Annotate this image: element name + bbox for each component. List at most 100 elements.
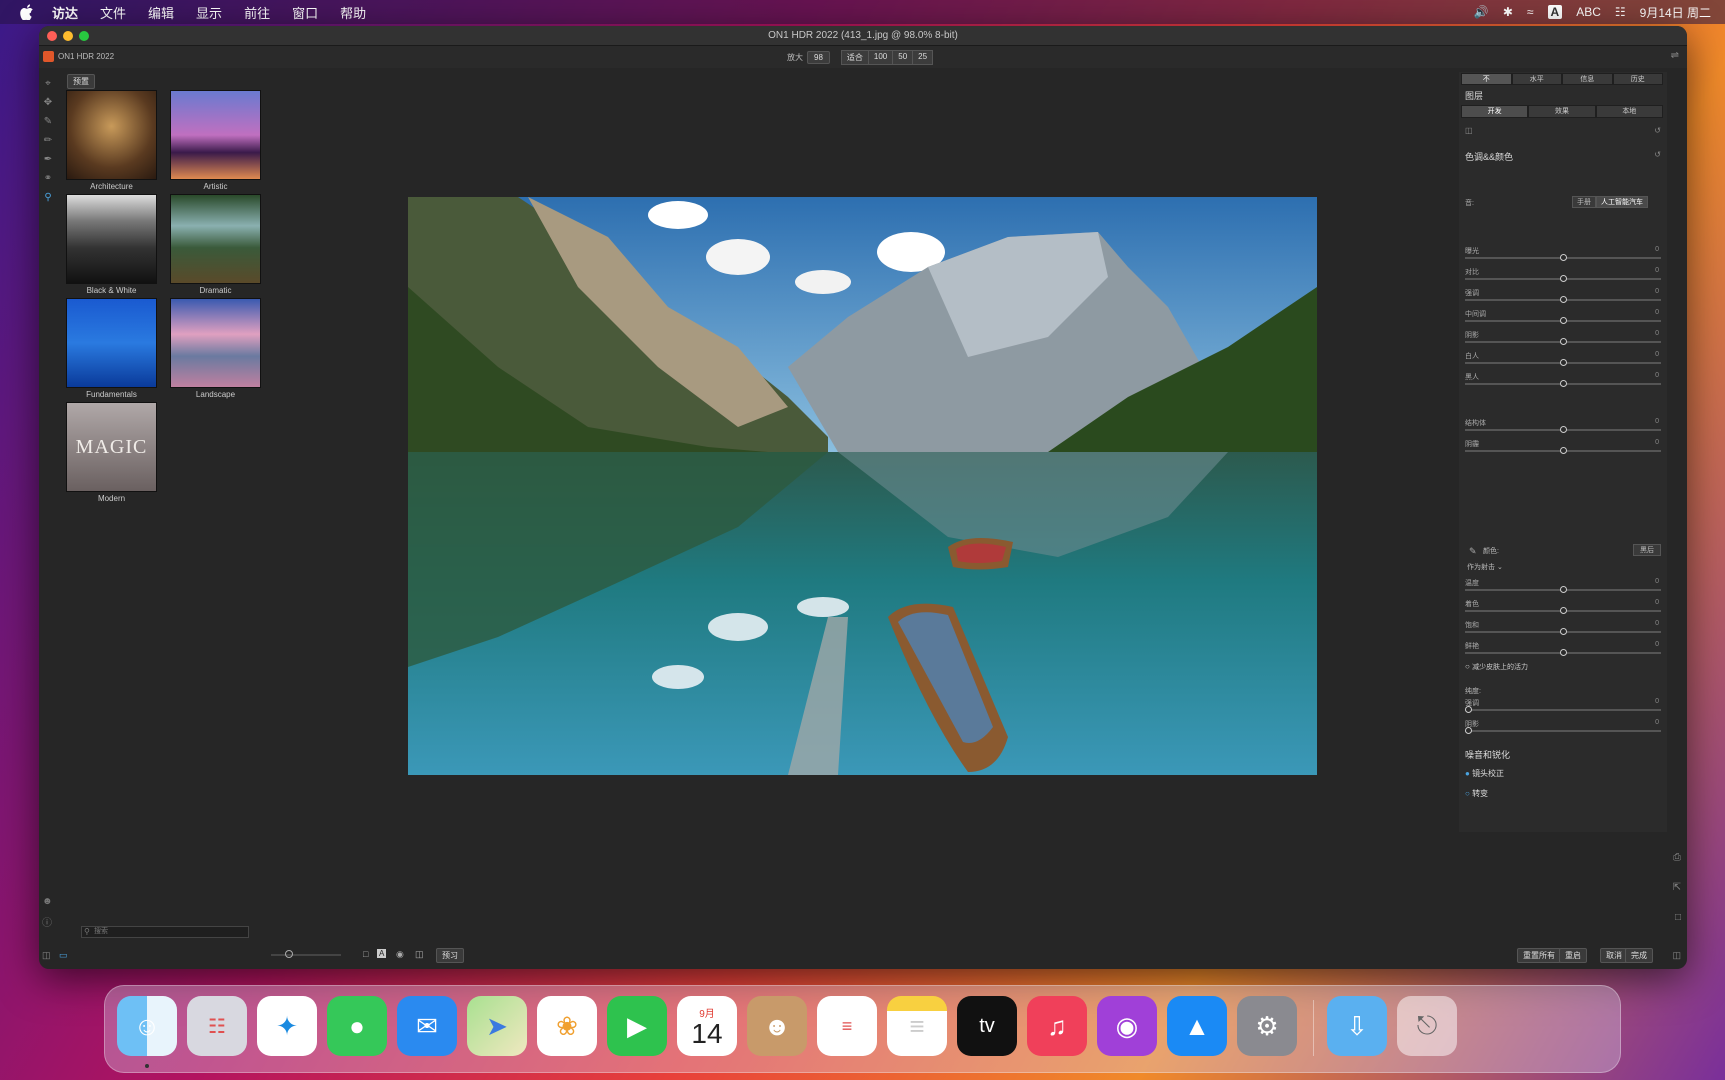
panel-layout-icon[interactable]: ◫ xyxy=(42,950,51,961)
color-slider-value[interactable]: 0 xyxy=(1655,578,1659,585)
cancel-button[interactable]: 取消 xyxy=(1600,948,1628,963)
tab-history[interactable]: 历史 xyxy=(1612,73,1663,85)
tone-slider-value[interactable]: 0 xyxy=(1655,246,1659,253)
input-source-icon[interactable]: A xyxy=(1547,5,1563,19)
maps-icon[interactable]: ➤ xyxy=(467,996,527,1056)
tab-levels[interactable]: 水平 xyxy=(1511,73,1562,85)
color-slider-value[interactable]: 0 xyxy=(1655,599,1659,606)
menu-window[interactable]: 窗口 xyxy=(292,3,318,22)
launchpad-icon[interactable]: ☷ xyxy=(187,996,247,1056)
mail-icon[interactable]: ✉ xyxy=(397,996,457,1056)
tab-effects[interactable]: 效果 xyxy=(1528,105,1596,118)
notes-icon[interactable]: ≡ xyxy=(887,996,947,1056)
trash-icon[interactable]: ⎋ xyxy=(1397,996,1457,1056)
downloads-folder-icon[interactable]: ⇩ xyxy=(1327,996,1387,1056)
detail-slider-knob[interactable] xyxy=(1560,426,1567,433)
detail-slider[interactable]: 结构体 0 xyxy=(1465,418,1661,438)
tone-slider-value[interactable]: 0 xyxy=(1655,351,1659,358)
section-transform[interactable]: ○ 转变 xyxy=(1465,788,1488,799)
tone-slider-knob[interactable] xyxy=(1560,275,1567,282)
tone-slider-knob[interactable] xyxy=(1560,380,1567,387)
zoom-value-select[interactable]: 98 xyxy=(807,51,830,64)
crop-icon[interactable]: ⌖ xyxy=(41,77,55,91)
tone-slider-knob[interactable] xyxy=(1560,317,1567,324)
menu-go[interactable]: 前往 xyxy=(244,3,270,22)
help-icon[interactable]: ⓘ xyxy=(42,914,52,929)
tab-local[interactable]: 本地 xyxy=(1595,105,1663,118)
preset-thumb-architecture[interactable] xyxy=(66,90,157,180)
color-picker-icon[interactable]: ✎ xyxy=(1469,546,1477,557)
done-button[interactable]: 完成 xyxy=(1625,948,1653,963)
color-slider-knob[interactable] xyxy=(1560,628,1567,635)
menu-file[interactable]: 文件 xyxy=(100,3,126,22)
color-slider-knob[interactable] xyxy=(1560,586,1567,593)
brush-size-knob[interactable] xyxy=(285,950,293,958)
presets-search-input[interactable]: ⚲ 搜索 xyxy=(81,926,249,938)
wifi-icon[interactable]: ≈ xyxy=(1527,5,1534,19)
apple-icon[interactable] xyxy=(20,4,38,20)
ai-auto-button[interactable]: 人工智能汽车 xyxy=(1596,196,1648,208)
control-center-icon[interactable]: ☷ xyxy=(1615,5,1626,19)
filmstrip-icon[interactable]: ▭ xyxy=(59,950,68,961)
manual-button[interactable]: 手册 xyxy=(1572,196,1596,208)
purity-slider-knob[interactable] xyxy=(1465,727,1472,734)
clock[interactable]: 9月14日 周二 xyxy=(1640,4,1711,21)
presets-button[interactable]: 预置 xyxy=(67,74,95,89)
retouch-icon[interactable]: ⚭ xyxy=(41,172,55,186)
zoom-25-button[interactable]: 25 xyxy=(912,50,934,65)
purity-slider[interactable]: 阴影 0 xyxy=(1465,719,1661,739)
tab-navigator[interactable]: 不 xyxy=(1461,73,1512,85)
purity-slider-track[interactable] xyxy=(1465,709,1661,711)
section-lens-correction[interactable]: ● 镜头校正 xyxy=(1465,768,1504,779)
detail-slider-value[interactable]: 0 xyxy=(1655,439,1659,446)
tone-slider-value[interactable]: 0 xyxy=(1655,267,1659,274)
tone-slider-value[interactable]: 0 xyxy=(1655,372,1659,379)
tone-slider-knob[interactable] xyxy=(1560,359,1567,366)
masking-brush-icon[interactable]: ✏ xyxy=(41,134,55,148)
tone-slider-knob[interactable] xyxy=(1560,338,1567,345)
system-preferences-icon[interactable]: ⚙ xyxy=(1237,996,1297,1056)
skin-option-checkbox[interactable]: ○ 减少皮肤上的活力 xyxy=(1465,662,1528,672)
tone-slider-value[interactable]: 0 xyxy=(1655,309,1659,316)
volume-icon[interactable]: 🔊 xyxy=(1474,5,1489,19)
menu-help[interactable]: 帮助 xyxy=(340,3,366,22)
safari-icon[interactable]: ✦ xyxy=(257,996,317,1056)
detail-slider-value[interactable]: 0 xyxy=(1655,418,1659,425)
photos-icon[interactable]: ❀ xyxy=(537,996,597,1056)
tone-slider[interactable]: 阴影 0 xyxy=(1465,330,1661,350)
gradient-icon[interactable]: ✒ xyxy=(41,153,55,167)
minimize-button[interactable] xyxy=(63,31,73,41)
panel-toggle-icon[interactable]: ⇌ xyxy=(1671,50,1679,61)
section-noise-sharpen[interactable]: 噪音和锐化 xyxy=(1465,748,1510,761)
menu-finder[interactable]: 访达 xyxy=(52,3,78,22)
input-source-label[interactable]: ABC xyxy=(1576,5,1601,19)
tone-slider-knob[interactable] xyxy=(1560,254,1567,261)
color-slider[interactable]: 温度 0 xyxy=(1465,578,1661,598)
reminders-icon[interactable]: ≡ xyxy=(817,996,877,1056)
facetime-icon[interactable]: ▶ xyxy=(607,996,667,1056)
brush-size-slider[interactable] xyxy=(271,954,341,956)
tone-slider[interactable]: 黑人 0 xyxy=(1465,372,1661,392)
move-icon[interactable]: ✥ xyxy=(41,96,55,110)
zoom-button[interactable] xyxy=(79,31,89,41)
reset-button[interactable]: 重启 xyxy=(1559,948,1587,963)
user-icon[interactable]: ☻ xyxy=(42,896,53,907)
purity-slider-track[interactable] xyxy=(1465,730,1661,732)
zoom-100-button[interactable]: 100 xyxy=(867,50,894,65)
close-button[interactable] xyxy=(47,31,57,41)
color-after-button[interactable]: 黑后 xyxy=(1633,544,1661,556)
music-icon[interactable]: ♫ xyxy=(1027,996,1087,1056)
apple-tv-icon[interactable]: tv xyxy=(957,996,1017,1056)
preset-thumb-dramatic[interactable] xyxy=(170,194,261,284)
zoom-tool-icon[interactable]: ⚲ xyxy=(41,191,55,205)
compare-icon[interactable]: □ xyxy=(363,949,368,959)
preset-thumb-black-white[interactable] xyxy=(66,194,157,284)
photo-canvas[interactable] xyxy=(408,197,1317,775)
color-mode-select[interactable]: 作为射击 ⌄ xyxy=(1467,562,1503,572)
contacts-icon[interactable]: ☻ xyxy=(747,996,807,1056)
tone-slider[interactable]: 中间调 0 xyxy=(1465,309,1661,329)
preset-thumb-landscape[interactable] xyxy=(170,298,261,388)
preset-thumb-modern[interactable]: MAGIC xyxy=(66,402,157,492)
tone-slider-knob[interactable] xyxy=(1560,296,1567,303)
color-slider[interactable]: 着色 0 xyxy=(1465,599,1661,619)
